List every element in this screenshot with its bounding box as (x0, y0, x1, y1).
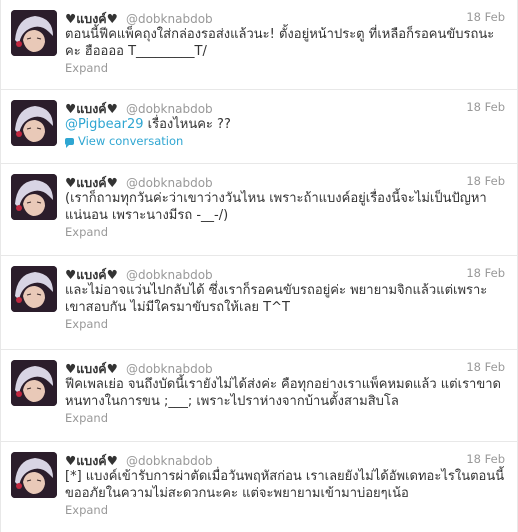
tweet-item[interactable]: ♥แบงค์♥ @dobknabdob 18 Feb ฟีคเพลเย่อ จน… (1, 350, 517, 442)
tweet-timestamp[interactable]: 18 Feb (466, 451, 505, 468)
avatar[interactable] (11, 360, 57, 406)
tweet-author-name[interactable]: ♥แบงค์♥ (65, 453, 118, 468)
tweet-timestamp[interactable]: 18 Feb (466, 99, 505, 116)
avatar[interactable] (11, 266, 57, 312)
expand-link[interactable]: Expand (65, 410, 505, 426)
tweet-author-handle[interactable]: @dobknabdob (126, 454, 213, 468)
mention-link[interactable]: @Pigbear29 (65, 117, 144, 132)
expand-link[interactable]: Expand (65, 60, 505, 76)
tweet-author-handle[interactable]: @dobknabdob (126, 12, 213, 26)
tweet-header: ♥แบงค์♥ @dobknabdob 18 Feb (65, 265, 505, 282)
tweet-item[interactable]: ♥แบงค์♥ @dobknabdob 18 Feb (เราก็ถามทุกว… (1, 164, 517, 256)
avatar[interactable] (11, 452, 57, 498)
tweet-author-handle[interactable]: @dobknabdob (126, 362, 213, 376)
view-conversation-label: View conversation (78, 134, 184, 148)
expand-link[interactable]: Expand (65, 224, 505, 240)
tweet-text: ฟีคเพลเย่อ จนถึงบัดนี้เรายังไม่ได้ส่งค่ะ… (65, 377, 501, 409)
conversation-bubble-icon (65, 138, 74, 148)
tweet-timestamp[interactable]: 18 Feb (466, 359, 505, 376)
tweet-header: ♥แบงค์♥ @dobknabdob 18 Feb (65, 359, 505, 376)
tweet-text-body: เรื่องไหนคะ ?? (143, 117, 231, 132)
expand-link[interactable]: Expand (65, 316, 505, 332)
tweet-author-name[interactable]: ♥แบงค์♥ (65, 267, 118, 282)
tweet-header: ♥แบงค์♥ @dobknabdob 18 Feb (65, 173, 505, 190)
tweet-author-name[interactable]: ♥แบงค์♥ (65, 175, 118, 190)
tweet-author-name[interactable]: ♥แบงค์♥ (65, 361, 118, 376)
tweet-text: [*] แบงค์เข้ารับการผ่าตัดเมื่อวันพฤหัสก่… (65, 469, 509, 501)
tweet-author-name[interactable]: ♥แบงค์♥ (65, 11, 118, 26)
tweet-text: และไม่อาจแว่นไปกลับได้ ซึ่งเราก็รอคนขับร… (65, 283, 488, 315)
tweet-text: @Pigbear29 เรื่องไหนคะ ?? (65, 116, 505, 133)
view-conversation-link[interactable]: View conversation (65, 133, 505, 149)
tweet-item[interactable]: ♥แบงค์♥ @dobknabdob 18 Feb และไม่อาจแว่น… (1, 256, 517, 350)
tweet-item[interactable]: ♥แบงค์♥ @dobknabdob 18 Feb ตอนนี้ฟีคแพ็ค… (1, 0, 517, 90)
tweet-header: ♥แบงค์♥ @dobknabdob 18 Feb (65, 451, 505, 468)
tweet-text: ตอนนี้ฟีคแพ็คถุงใส่กล่องรอส่งแล้วนะ! ตั้… (65, 27, 495, 59)
tweet-author-name[interactable]: ♥แบงค์♥ (65, 101, 118, 116)
avatar[interactable] (11, 174, 57, 220)
tweet-timestamp[interactable]: 18 Feb (466, 265, 505, 282)
tweet-timestamp[interactable]: 18 Feb (466, 9, 505, 26)
tweet-author-handle[interactable]: @dobknabdob (126, 176, 213, 190)
tweet-timeline: ♥แบงค์♥ @dobknabdob 18 Feb ตอนนี้ฟีคแพ็ค… (0, 0, 518, 532)
tweet-author-handle[interactable]: @dobknabdob (126, 102, 213, 116)
avatar[interactable] (11, 10, 57, 56)
expand-link[interactable]: Expand (65, 502, 505, 518)
tweet-item[interactable]: ♥แบงค์♥ @dobknabdob 18 Feb [*] แบงค์เข้า… (1, 442, 517, 532)
tweet-header: ♥แบงค์♥ @dobknabdob 18 Feb (65, 99, 505, 116)
tweet-item[interactable]: ♥แบงค์♥ @dobknabdob 18 Feb @Pigbear29 เร… (1, 90, 517, 164)
tweet-header: ♥แบงค์♥ @dobknabdob 18 Feb (65, 9, 505, 26)
tweet-timestamp[interactable]: 18 Feb (466, 173, 505, 190)
tweet-text: (เราก็ถามทุกวันค่ะว่าเขาว่างวันไหน เพราะ… (65, 191, 487, 223)
tweet-author-handle[interactable]: @dobknabdob (126, 268, 213, 282)
avatar[interactable] (11, 100, 57, 146)
